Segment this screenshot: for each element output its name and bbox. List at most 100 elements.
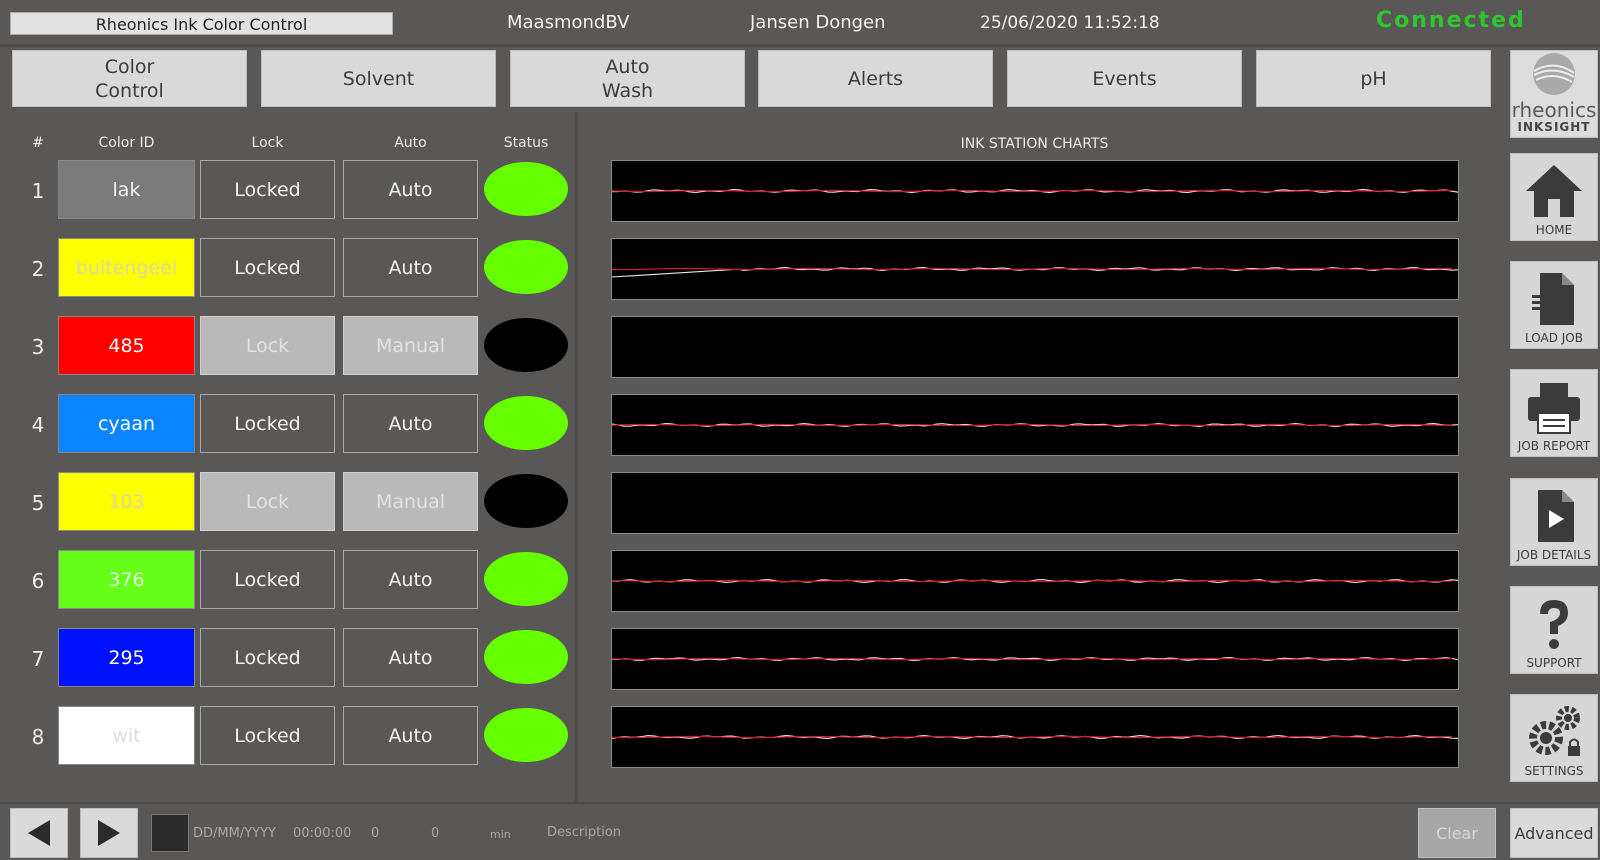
- ink-station-chart-2: [611, 238, 1459, 300]
- chart-trace-1: [612, 188, 1458, 194]
- row-number-3: 3: [31, 335, 45, 359]
- clear-button[interactable]: Clear: [1418, 808, 1496, 858]
- row-number-2: 2: [31, 257, 45, 281]
- row-number-8: 8: [31, 725, 45, 749]
- ink-station-chart-5: [611, 472, 1459, 534]
- job-report-button[interactable]: JOB REPORT: [1510, 369, 1598, 457]
- lock-button-1[interactable]: Locked: [200, 160, 335, 219]
- status-indicator-6: [484, 552, 568, 606]
- row-number-6: 6: [31, 569, 45, 593]
- col-header-auto: Auto: [394, 135, 427, 151]
- status-indicator-2: [484, 240, 568, 294]
- printer-icon: [1528, 383, 1580, 434]
- auto-button-2[interactable]: Auto: [343, 238, 478, 297]
- arrow-left-icon: [28, 820, 50, 846]
- color-id-6[interactable]: 376: [58, 550, 195, 609]
- job-report-label: JOB REPORT: [1517, 439, 1591, 453]
- auto-button-4[interactable]: Auto: [343, 394, 478, 453]
- lock-button-7[interactable]: Locked: [200, 628, 335, 687]
- user-name: Jansen Dongen: [750, 12, 886, 33]
- document-icon: [1532, 273, 1574, 325]
- logo-wordmark: rheonics: [1511, 98, 1597, 122]
- job-details-label: JOB DETAILS: [1516, 548, 1592, 562]
- lock-button-2[interactable]: Locked: [200, 238, 335, 297]
- home-label: HOME: [1535, 223, 1573, 237]
- status-indicator-8: [484, 708, 568, 762]
- col-header-color-id: Color ID: [98, 135, 155, 151]
- setpoint-line-2: [612, 267, 1453, 271]
- chart-trace-7: [612, 656, 1458, 662]
- connection-status: Connected: [1376, 8, 1526, 33]
- gears-lock-icon: [1529, 706, 1580, 756]
- logo-subtitle: INKSIGHT: [1517, 120, 1591, 134]
- col-header-num: #: [32, 135, 44, 151]
- status-indicator-4: [484, 396, 568, 450]
- next-button[interactable]: [80, 808, 138, 858]
- support-button[interactable]: SUPPORT: [1510, 586, 1598, 674]
- auto-button-3[interactable]: Manual: [343, 316, 478, 375]
- col-header-lock: Lock: [251, 135, 284, 151]
- panel-divider: [575, 112, 578, 802]
- advanced-button[interactable]: Advanced: [1510, 808, 1598, 858]
- tab-events[interactable]: Events: [1007, 50, 1242, 107]
- chart-trace-2: [612, 267, 1458, 278]
- ink-station-chart-7: [611, 628, 1459, 690]
- chart-trace-8: [612, 734, 1458, 739]
- play-document-icon: [1538, 490, 1574, 542]
- event-description: Description: [547, 825, 622, 840]
- status-indicator-3: [484, 318, 568, 372]
- color-id-7[interactable]: 295: [58, 628, 195, 687]
- header-bar: Rheonics Ink Color Control MaasmondBV Ja…: [0, 0, 1600, 46]
- ink-station-chart-8: [611, 706, 1459, 768]
- auto-button-5[interactable]: Manual: [343, 472, 478, 531]
- rheonics-logo-icon: [1533, 53, 1575, 95]
- tab-color-control[interactable]: Color Control: [12, 50, 247, 107]
- chart-trace-4: [612, 422, 1458, 427]
- charts-title: INK STATION CHARTS: [960, 136, 1109, 152]
- ink-station-chart-1: [611, 160, 1459, 222]
- lock-button-8[interactable]: Locked: [200, 706, 335, 765]
- tab-alerts[interactable]: Alerts: [758, 50, 993, 107]
- event-color-box: [151, 814, 189, 852]
- chart-trace-6: [612, 579, 1458, 584]
- settings-button[interactable]: SETTINGS: [1510, 694, 1598, 782]
- event-time: 00:00:00: [293, 826, 352, 841]
- auto-button-1[interactable]: Auto: [343, 160, 478, 219]
- row-number-7: 7: [31, 647, 45, 671]
- lock-button-3[interactable]: Lock: [200, 316, 335, 375]
- event-date: DD/MM/YYYY: [193, 826, 276, 841]
- tab-solvent[interactable]: Solvent: [261, 50, 496, 107]
- rheonics-logo: rheonics INKSIGHT: [1510, 50, 1598, 138]
- job-details-button[interactable]: JOB DETAILS: [1510, 478, 1598, 566]
- auto-button-8[interactable]: Auto: [343, 706, 478, 765]
- ink-station-chart-3: [611, 316, 1459, 378]
- col-header-status: Status: [503, 135, 549, 151]
- status-indicator-5: [484, 474, 568, 528]
- color-id-3[interactable]: 485: [58, 316, 195, 375]
- home-button[interactable]: HOME: [1510, 153, 1598, 241]
- lock-button-6[interactable]: Locked: [200, 550, 335, 609]
- auto-button-7[interactable]: Auto: [343, 628, 478, 687]
- previous-button[interactable]: [10, 808, 68, 858]
- row-number-1: 1: [31, 179, 45, 203]
- load-job-label: LOAD JOB: [1525, 331, 1583, 345]
- home-icon: [1526, 165, 1582, 217]
- tab-auto-wash[interactable]: Auto Wash: [510, 50, 745, 107]
- ink-station-chart-6: [611, 550, 1459, 612]
- lock-button-5[interactable]: Lock: [200, 472, 335, 531]
- company-name: MaasmondBV: [507, 12, 630, 33]
- arrow-right-icon: [98, 820, 120, 846]
- status-indicator-7: [484, 630, 568, 684]
- load-job-button[interactable]: LOAD JOB: [1510, 261, 1598, 349]
- color-id-8[interactable]: wit: [58, 706, 195, 765]
- color-id-2[interactable]: buitengeel: [58, 238, 195, 297]
- lock-button-4[interactable]: Locked: [200, 394, 335, 453]
- color-id-1[interactable]: lak: [58, 160, 195, 219]
- tab-ph[interactable]: pH: [1256, 50, 1491, 107]
- event-value-2: 0: [431, 826, 440, 841]
- color-id-4[interactable]: cyaan: [58, 394, 195, 453]
- auto-button-6[interactable]: Auto: [343, 550, 478, 609]
- row-number-4: 4: [31, 413, 45, 437]
- status-indicator-1: [484, 162, 568, 216]
- color-id-5[interactable]: 103: [58, 472, 195, 531]
